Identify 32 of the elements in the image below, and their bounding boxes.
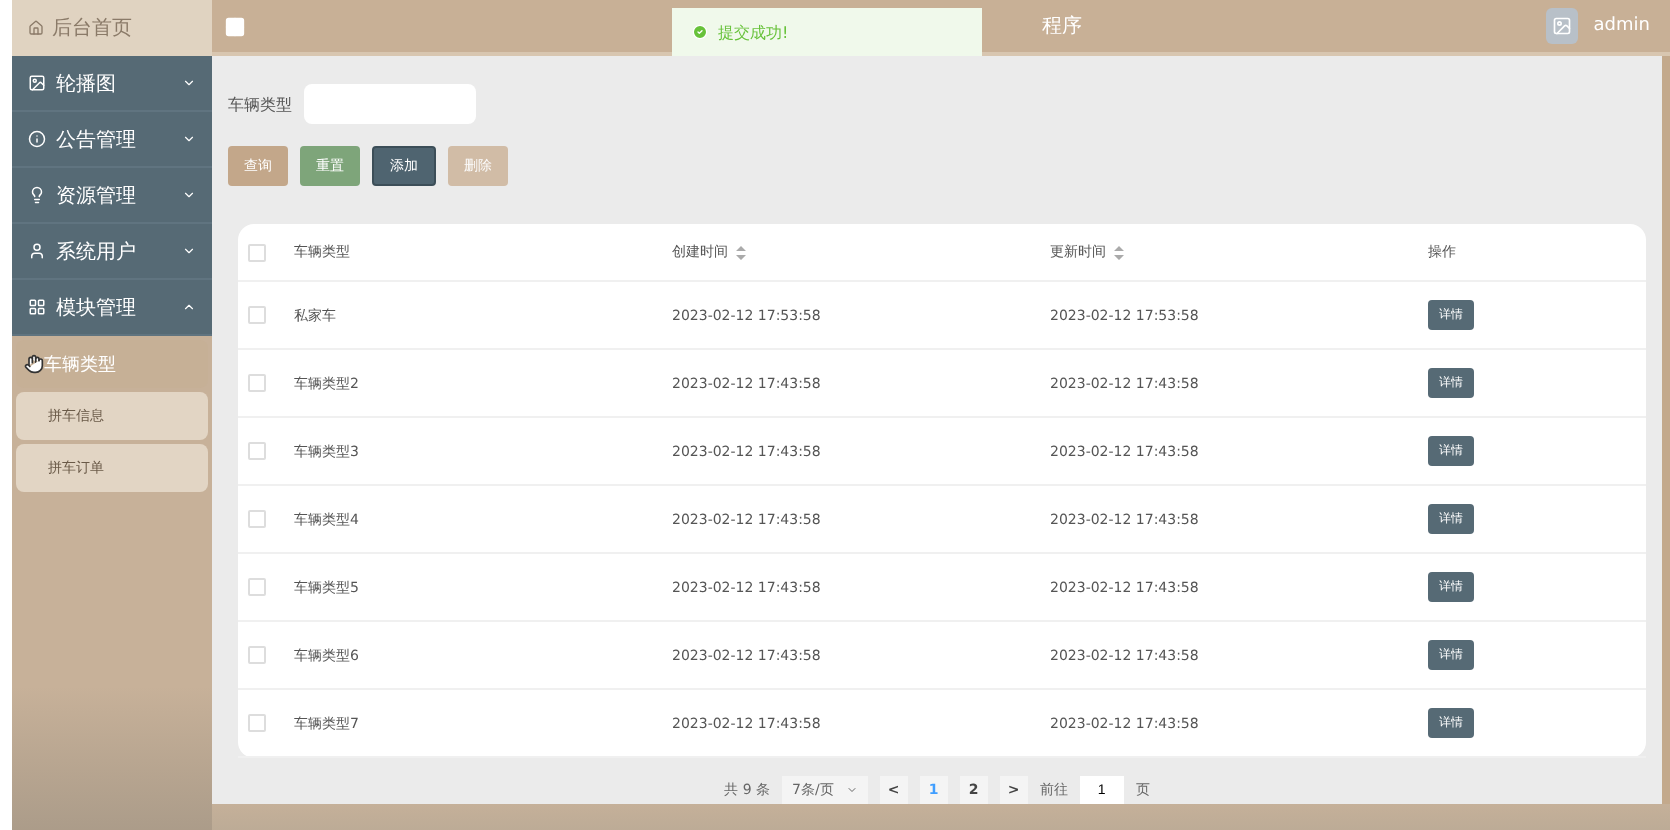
- menu-item[interactable]: 资源管理: [12, 168, 212, 224]
- check-icon: [692, 24, 708, 40]
- chevron-icon: [182, 300, 196, 314]
- app-title: 程序: [1042, 13, 1082, 40]
- info-icon: [28, 130, 46, 148]
- user-icon: [28, 242, 46, 260]
- checkbox[interactable]: [248, 578, 266, 596]
- menu-item[interactable]: 轮播图: [12, 56, 212, 112]
- picture-icon: [28, 74, 46, 92]
- avatar-icon[interactable]: [1545, 8, 1578, 44]
- checkbox[interactable]: [248, 374, 266, 392]
- chevron-icon: [182, 132, 196, 146]
- pointer-icon: [24, 354, 44, 374]
- menu-item[interactable]: 系统用户: [12, 224, 212, 280]
- checkbox[interactable]: [248, 243, 266, 261]
- chevron-icon: [182, 244, 196, 258]
- toast-text: 提交成功!: [718, 21, 789, 43]
- menu-item[interactable]: 公告管理: [12, 112, 212, 168]
- sort-icon[interactable]: [736, 245, 746, 259]
- chevron-icon: [182, 76, 196, 90]
- checkbox[interactable]: [248, 646, 266, 664]
- menu-item[interactable]: 模块管理: [12, 280, 212, 336]
- checkbox[interactable]: [248, 714, 266, 732]
- chevron-icon: [182, 188, 196, 202]
- home-icon: [28, 20, 44, 36]
- checkbox[interactable]: [248, 510, 266, 528]
- search-label: 车辆类型: [228, 93, 292, 115]
- checkbox[interactable]: [248, 442, 266, 460]
- checkbox[interactable]: [248, 306, 266, 324]
- chevron-icon: [845, 784, 858, 796]
- sort-icon[interactable]: [1114, 245, 1124, 259]
- bulb-icon: [28, 186, 46, 204]
